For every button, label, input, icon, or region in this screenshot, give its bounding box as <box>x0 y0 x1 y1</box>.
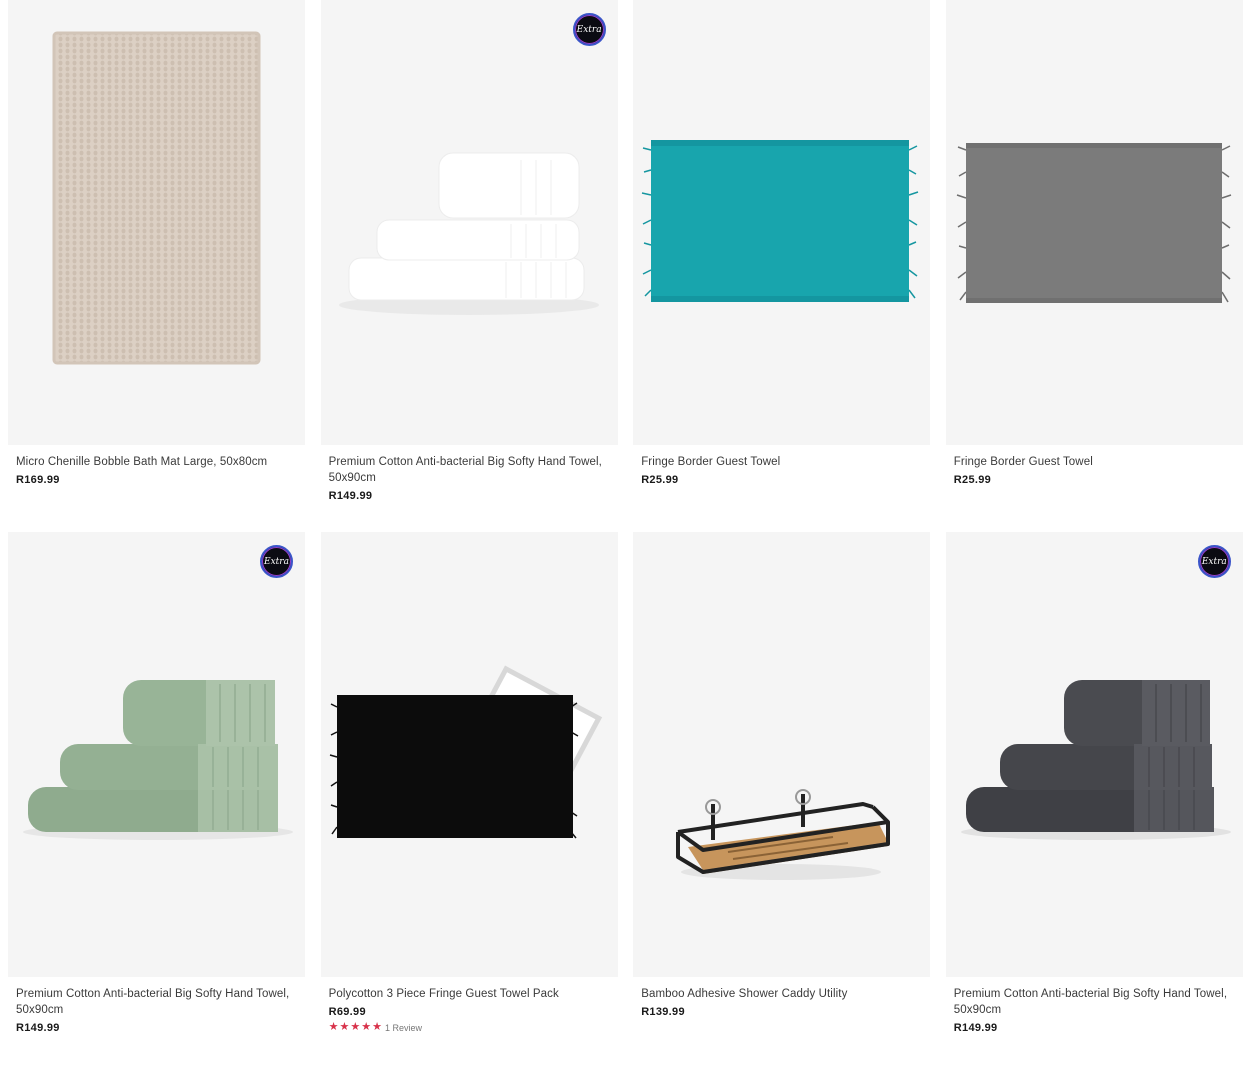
black-towel-pack-image <box>329 665 602 839</box>
product-card[interactable]: Bamboo Adhesive Shower Caddy Utility R13… <box>633 532 931 1065</box>
star-icon: ★ <box>328 1021 339 1033</box>
product-card[interactable]: Extra Premium Cotton Anti-bacterial Big … <box>320 0 618 532</box>
star-rating[interactable]: ★ ★ ★ ★ ★ 1 Review <box>329 1022 610 1033</box>
product-price: R149.99 <box>953 1022 998 1034</box>
product-card[interactable]: Polycotton 3 Piece Fringe Guest Towel Pa… <box>320 532 618 1065</box>
product-grid: Micro Chenille Bobble Bath Mat Large, 50… <box>8 0 1243 1065</box>
product-image[interactable] <box>320 532 618 977</box>
product-card[interactable]: Extra Premium Cotton Anti-bacterial Big … <box>8 532 305 1065</box>
product-image[interactable] <box>633 0 931 445</box>
product-price: R149.99 <box>328 490 373 502</box>
product-image[interactable]: Extra <box>945 532 1243 977</box>
product-card[interactable]: Fringe Border Guest Towel R25.99 <box>633 0 931 532</box>
product-image[interactable]: Extra <box>8 532 305 977</box>
product-image[interactable] <box>8 0 305 445</box>
extra-badge-icon: Extra <box>1197 545 1231 578</box>
beige-bath-mat-image <box>52 31 261 365</box>
product-title[interactable]: Premium Cotton Anti-bacterial Big Softy … <box>16 986 297 1018</box>
shower-caddy-image <box>676 789 891 880</box>
product-card[interactable]: Micro Chenille Bobble Bath Mat Large, 50… <box>8 0 305 532</box>
product-image[interactable]: Extra <box>320 0 618 445</box>
product-price: R25.99 <box>641 474 679 486</box>
charcoal-towel-stack-image <box>960 680 1231 840</box>
product-price: R69.99 <box>328 1006 366 1018</box>
sage-towel-stack-image <box>23 680 293 840</box>
product-price: R25.99 <box>953 474 992 486</box>
product-card[interactable]: Extra Premium Cotton Anti-bacterial Big … <box>945 532 1243 1065</box>
product-title[interactable]: Fringe Border Guest Towel <box>641 454 922 470</box>
product-image[interactable] <box>945 0 1243 445</box>
extra-badge-icon: Extra <box>260 545 293 578</box>
product-image[interactable] <box>633 532 931 977</box>
star-icon: ★ <box>361 1021 372 1033</box>
product-title[interactable]: Polycotton 3 Piece Fringe Guest Towel Pa… <box>329 986 610 1002</box>
product-title[interactable]: Premium Cotton Anti-bacterial Big Softy … <box>329 454 610 486</box>
product-title[interactable]: Premium Cotton Anti-bacterial Big Softy … <box>954 986 1235 1018</box>
review-count[interactable]: 1 Review <box>385 1023 422 1033</box>
product-price: R149.99 <box>16 1022 60 1034</box>
product-title[interactable]: Micro Chenille Bobble Bath Mat Large, 50… <box>16 454 297 470</box>
star-icon: ★ <box>350 1021 361 1033</box>
star-icon: ★ <box>372 1021 382 1033</box>
product-price: R169.99 <box>16 474 60 486</box>
white-towel-stack-image <box>338 152 599 315</box>
product-title[interactable]: Fringe Border Guest Towel <box>954 454 1235 470</box>
grey-fringe-towel-image <box>956 143 1232 303</box>
product-card[interactable]: Fringe Border Guest Towel R25.99 <box>945 0 1243 532</box>
product-price: R139.99 <box>641 1006 685 1018</box>
product-title[interactable]: Bamboo Adhesive Shower Caddy Utility <box>641 986 922 1002</box>
star-icon: ★ <box>339 1021 350 1033</box>
teal-fringe-towel-image <box>642 140 919 302</box>
extra-badge-icon: Extra <box>572 13 606 46</box>
